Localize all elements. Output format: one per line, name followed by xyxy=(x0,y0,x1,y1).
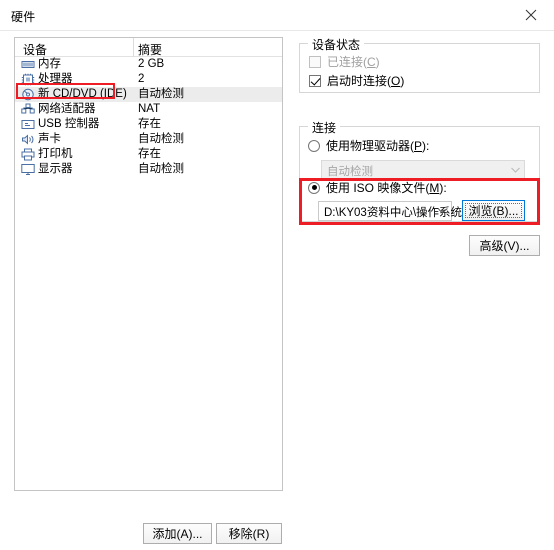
device-row-4[interactable]: USB 控制器 存在 xyxy=(15,117,282,132)
radio-physical-drive[interactable]: 使用物理驱动器(P): xyxy=(308,137,429,154)
device-row-summary: 存在 xyxy=(138,118,161,130)
device-row-name: 打印机 xyxy=(38,148,73,160)
device-row-6[interactable]: 打印机 存在 xyxy=(15,147,282,162)
radio-physical-drive-label: 使用物理驱动器(P): xyxy=(326,139,430,153)
device-row-summary: 自动检测 xyxy=(138,88,184,100)
device-list-header: 设备 摘要 xyxy=(15,38,282,57)
device-row-name: 声卡 xyxy=(38,133,61,145)
physical-drive-combo: 自动检测 xyxy=(321,160,525,180)
device-row-0[interactable]: 内存 2 GB xyxy=(15,57,282,72)
column-header-device: 设备 xyxy=(23,43,48,57)
device-row-name: USB 控制器 xyxy=(38,118,100,130)
close-icon[interactable] xyxy=(508,0,554,30)
checkbox-connected-label: 已连接(C) xyxy=(327,55,380,69)
remove-button[interactable]: 移除(R) xyxy=(216,523,282,544)
device-row-1[interactable]: 处理器 2 xyxy=(15,72,282,87)
title-bar: 硬件 xyxy=(0,0,554,30)
device-row-summary: 存在 xyxy=(138,148,161,160)
device-row-name: 内存 xyxy=(38,58,61,70)
connection-title: 连接 xyxy=(308,119,341,136)
add-button[interactable]: 添加(A)... xyxy=(143,523,212,544)
device-row-summary: NAT xyxy=(138,103,161,115)
processor-icon xyxy=(21,73,35,86)
physical-drive-combo-value: 自动检测 xyxy=(327,166,373,178)
device-status-group: 设备状态 已连接(C) 启动时连接(O) xyxy=(299,36,540,93)
usb-icon xyxy=(21,118,35,131)
device-row-name: 网络适配器 xyxy=(38,103,96,115)
network-icon xyxy=(21,103,35,116)
device-list[interactable]: 设备 摘要 内存 2 GB 处理器 2 新 CD/DVD (IDE) 自动检测 网络适配器 N… xyxy=(14,37,283,491)
checkbox-connect-at-power-on-box xyxy=(309,74,321,87)
device-row-name: 处理器 xyxy=(38,73,73,85)
radio-physical-drive-dot xyxy=(308,139,320,152)
dialog-content: 设备 摘要 内存 2 GB 处理器 2 新 CD/DVD (IDE) 自动检测 网络适配器 N… xyxy=(0,30,554,550)
device-row-3[interactable]: 网络适配器 NAT xyxy=(15,102,282,117)
column-divider xyxy=(133,38,134,57)
focus-ring xyxy=(465,203,522,218)
checkbox-connected[interactable]: 已连接(C) xyxy=(309,53,380,70)
device-row-summary: 2 GB xyxy=(138,58,165,70)
device-row-2[interactable]: 新 CD/DVD (IDE) 自动检测 xyxy=(15,87,282,102)
checkbox-connect-at-power-on[interactable]: 启动时连接(O) xyxy=(309,72,404,89)
device-rows: 内存 2 GB 处理器 2 新 CD/DVD (IDE) 自动检测 网络适配器 NAT USB … xyxy=(15,57,282,177)
device-row-summary: 2 xyxy=(138,73,145,85)
radio-iso-image-label: 使用 ISO 映像文件(M): xyxy=(326,181,447,195)
display-icon xyxy=(21,163,35,176)
device-row-summary: 自动检测 xyxy=(138,163,184,175)
browse-button[interactable]: 浏览(B)... xyxy=(462,200,525,221)
checkbox-connected-box xyxy=(309,55,321,68)
radio-iso-image[interactable]: 使用 ISO 映像文件(M): xyxy=(308,179,447,196)
printer-icon xyxy=(21,148,35,161)
device-row-name: 显示器 xyxy=(38,163,73,175)
device-row-name: 新 CD/DVD (IDE) xyxy=(38,88,127,100)
device-status-title: 设备状态 xyxy=(308,36,365,53)
radio-iso-image-dot xyxy=(308,181,320,194)
advanced-button[interactable]: 高级(V)... xyxy=(469,235,540,256)
window-title: 硬件 xyxy=(11,10,36,24)
iso-path-combo[interactable]: D:\KY03资料中心\操作系统\ xyxy=(318,201,465,221)
cd-dvd-icon xyxy=(21,88,35,101)
device-row-summary: 自动检测 xyxy=(138,133,184,145)
chevron-down-icon[interactable] xyxy=(434,202,451,220)
checkbox-connect-at-power-on-label: 启动时连接(O) xyxy=(327,74,405,88)
column-header-summary: 摘要 xyxy=(138,43,163,57)
device-row-7[interactable]: 显示器 自动检测 xyxy=(15,162,282,177)
memory-icon xyxy=(21,58,35,71)
sound-icon xyxy=(21,133,35,146)
chevron-down-icon xyxy=(507,161,524,179)
device-row-5[interactable]: 声卡 自动检测 xyxy=(15,132,282,147)
hardware-dialog: 硬件 设备 摘要 内存 2 GB 处理器 2 新 CD/DVD (IDE) 自动检测 网络适… xyxy=(0,0,554,550)
